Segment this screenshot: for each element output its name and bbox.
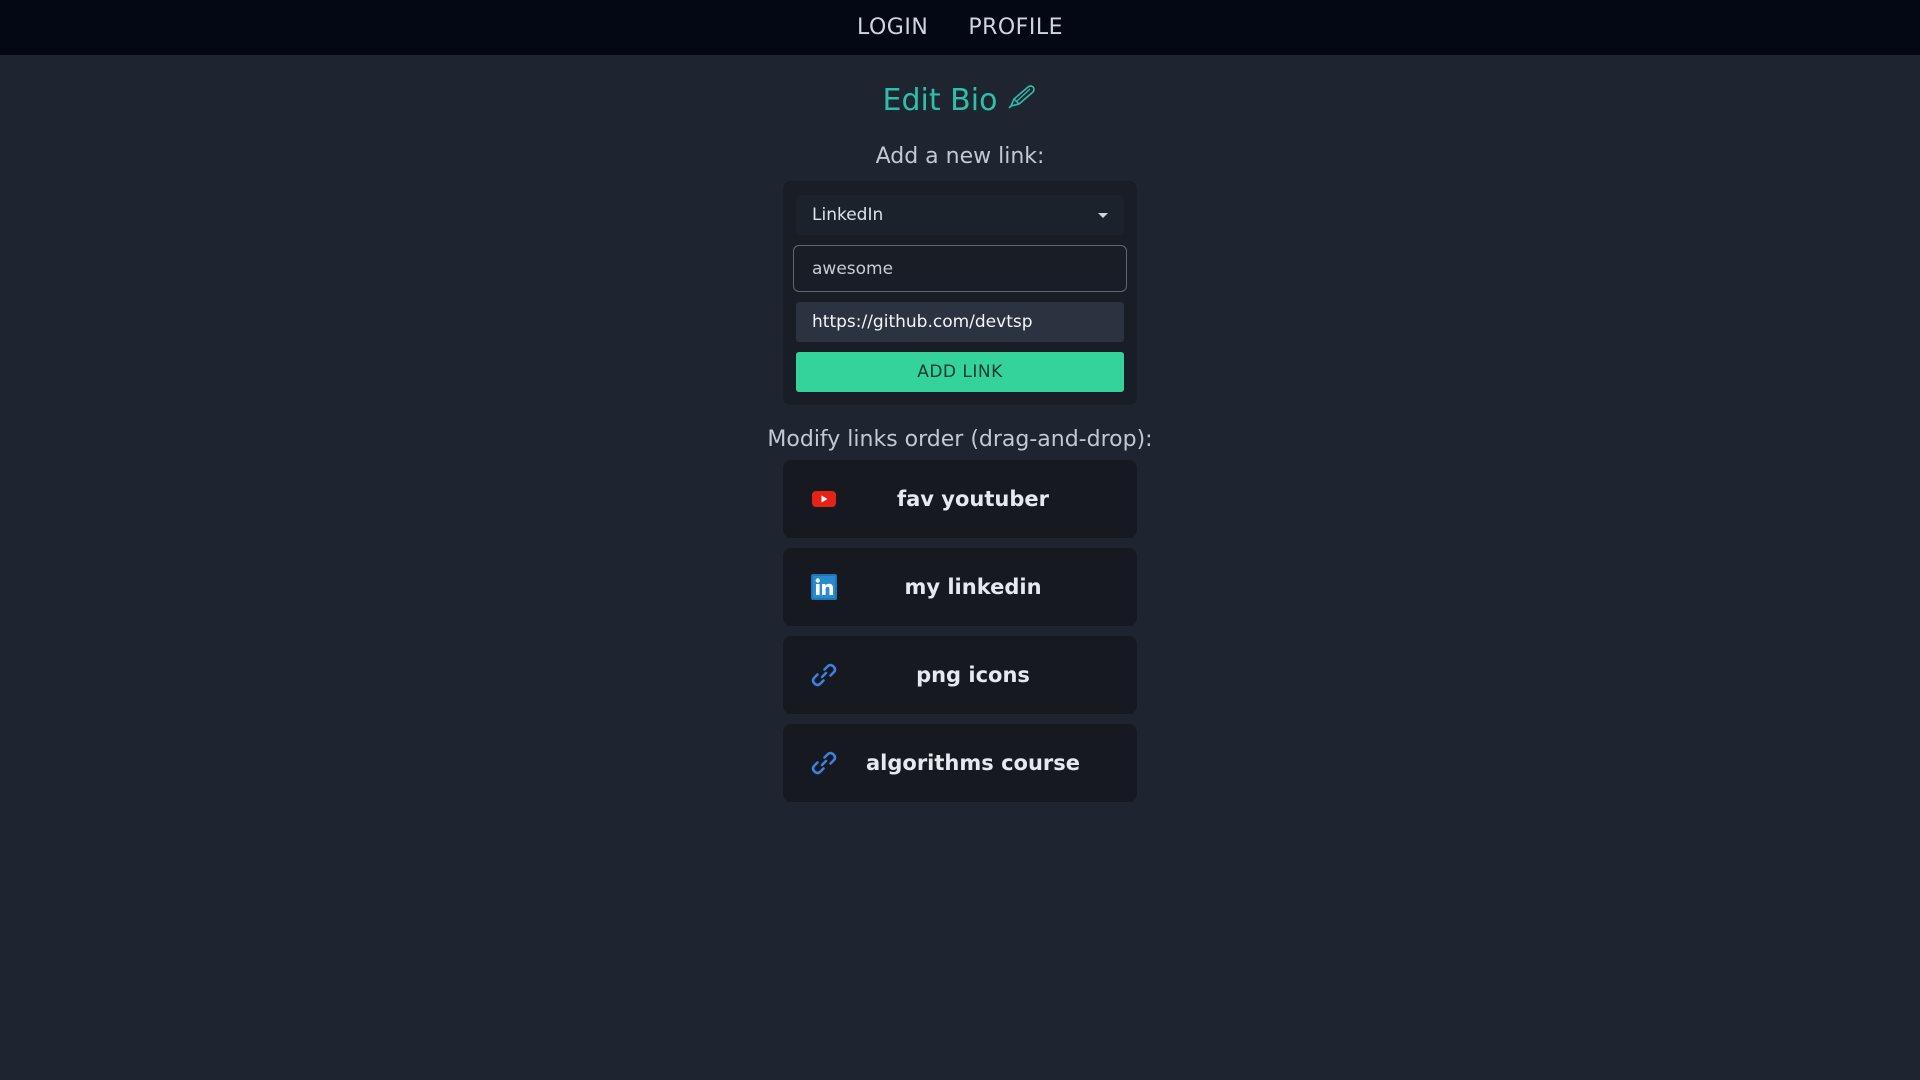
top-nav: LOGIN PROFILE <box>0 0 1920 55</box>
link-item-label: fav youtuber <box>897 487 1049 511</box>
links-list: fav youtuber my linkedin png icons algor… <box>783 460 1137 802</box>
link-item-label: algorithms course <box>866 751 1080 775</box>
platform-select-value: LinkedIn <box>812 205 884 225</box>
link-item-label: png icons <box>916 663 1030 687</box>
main-content: Edit Bio Add a new link: LinkedIn ADD LI… <box>0 55 1920 802</box>
link-item-png-icons[interactable]: png icons <box>783 636 1137 714</box>
pencil-icon <box>1007 83 1037 118</box>
link-item-fav-youtuber[interactable]: fav youtuber <box>783 460 1137 538</box>
link-item-label: my linkedin <box>904 575 1042 599</box>
link-item-algorithms-course[interactable]: algorithms course <box>783 724 1137 802</box>
add-link-button[interactable]: ADD LINK <box>796 352 1124 392</box>
link-title-input[interactable] <box>793 245 1127 292</box>
link-url-input[interactable] <box>796 302 1124 342</box>
add-link-label: Add a new link: <box>875 144 1045 169</box>
youtube-icon <box>809 484 839 514</box>
link-item-my-linkedin[interactable]: my linkedin <box>783 548 1137 626</box>
link-icon <box>809 748 839 778</box>
platform-select[interactable]: LinkedIn <box>796 195 1124 235</box>
page-title-row: Edit Bio <box>883 83 1038 118</box>
linkedin-icon <box>809 572 839 602</box>
nav-profile-link[interactable]: PROFILE <box>968 15 1063 40</box>
nav-login-link[interactable]: LOGIN <box>857 15 928 40</box>
add-link-form: LinkedIn ADD LINK <box>783 181 1137 405</box>
page-title: Edit Bio <box>882 83 998 118</box>
link-icon <box>809 660 839 690</box>
chevron-down-icon <box>1098 212 1108 218</box>
links-order-label: Modify links order (drag-and-drop): <box>767 427 1153 452</box>
